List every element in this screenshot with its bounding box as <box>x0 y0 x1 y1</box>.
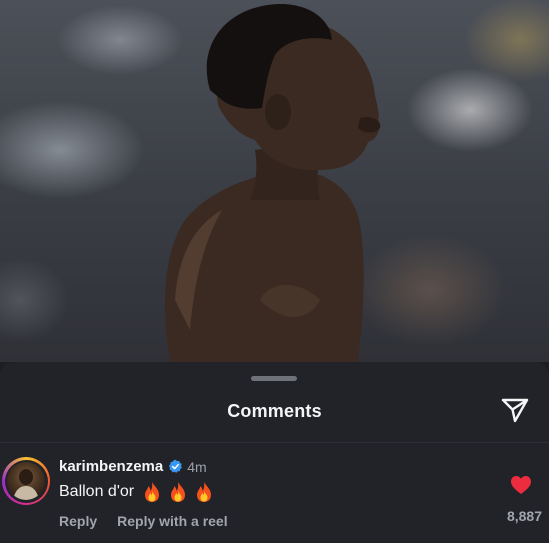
comment-username[interactable]: karimbenzema <box>59 458 163 475</box>
fire-emoji-icon <box>145 482 160 502</box>
reply-button[interactable]: Reply <box>59 513 97 529</box>
avatar-image <box>7 462 45 500</box>
sheet-title: Comments <box>227 401 322 421</box>
comments-sheet: Comments karimbenzema 4m Ballon d'or Rep… <box>0 362 549 543</box>
comment-time: 4m <box>187 458 207 475</box>
verified-badge-icon <box>169 459 183 473</box>
drag-handle[interactable] <box>251 376 297 381</box>
comment-text: Ballon d'or <box>59 483 135 500</box>
avatar[interactable] <box>2 457 50 505</box>
comment-actions: Reply Reply with a reel <box>59 513 228 529</box>
avatar-picture <box>13 469 39 500</box>
comment-body: Ballon d'or <box>59 481 214 503</box>
sheet-divider <box>0 442 549 443</box>
reply-with-reel-button[interactable]: Reply with a reel <box>117 513 227 529</box>
like-count: 8,887 <box>506 508 542 524</box>
fire-emoji-icon <box>197 482 212 502</box>
send-icon[interactable] <box>500 395 530 425</box>
heart-icon[interactable] <box>510 475 532 495</box>
post-photo <box>0 0 549 362</box>
comment-header: karimbenzema 4m <box>59 458 207 475</box>
fire-emoji-icon <box>171 482 186 502</box>
player-photo <box>165 4 381 362</box>
